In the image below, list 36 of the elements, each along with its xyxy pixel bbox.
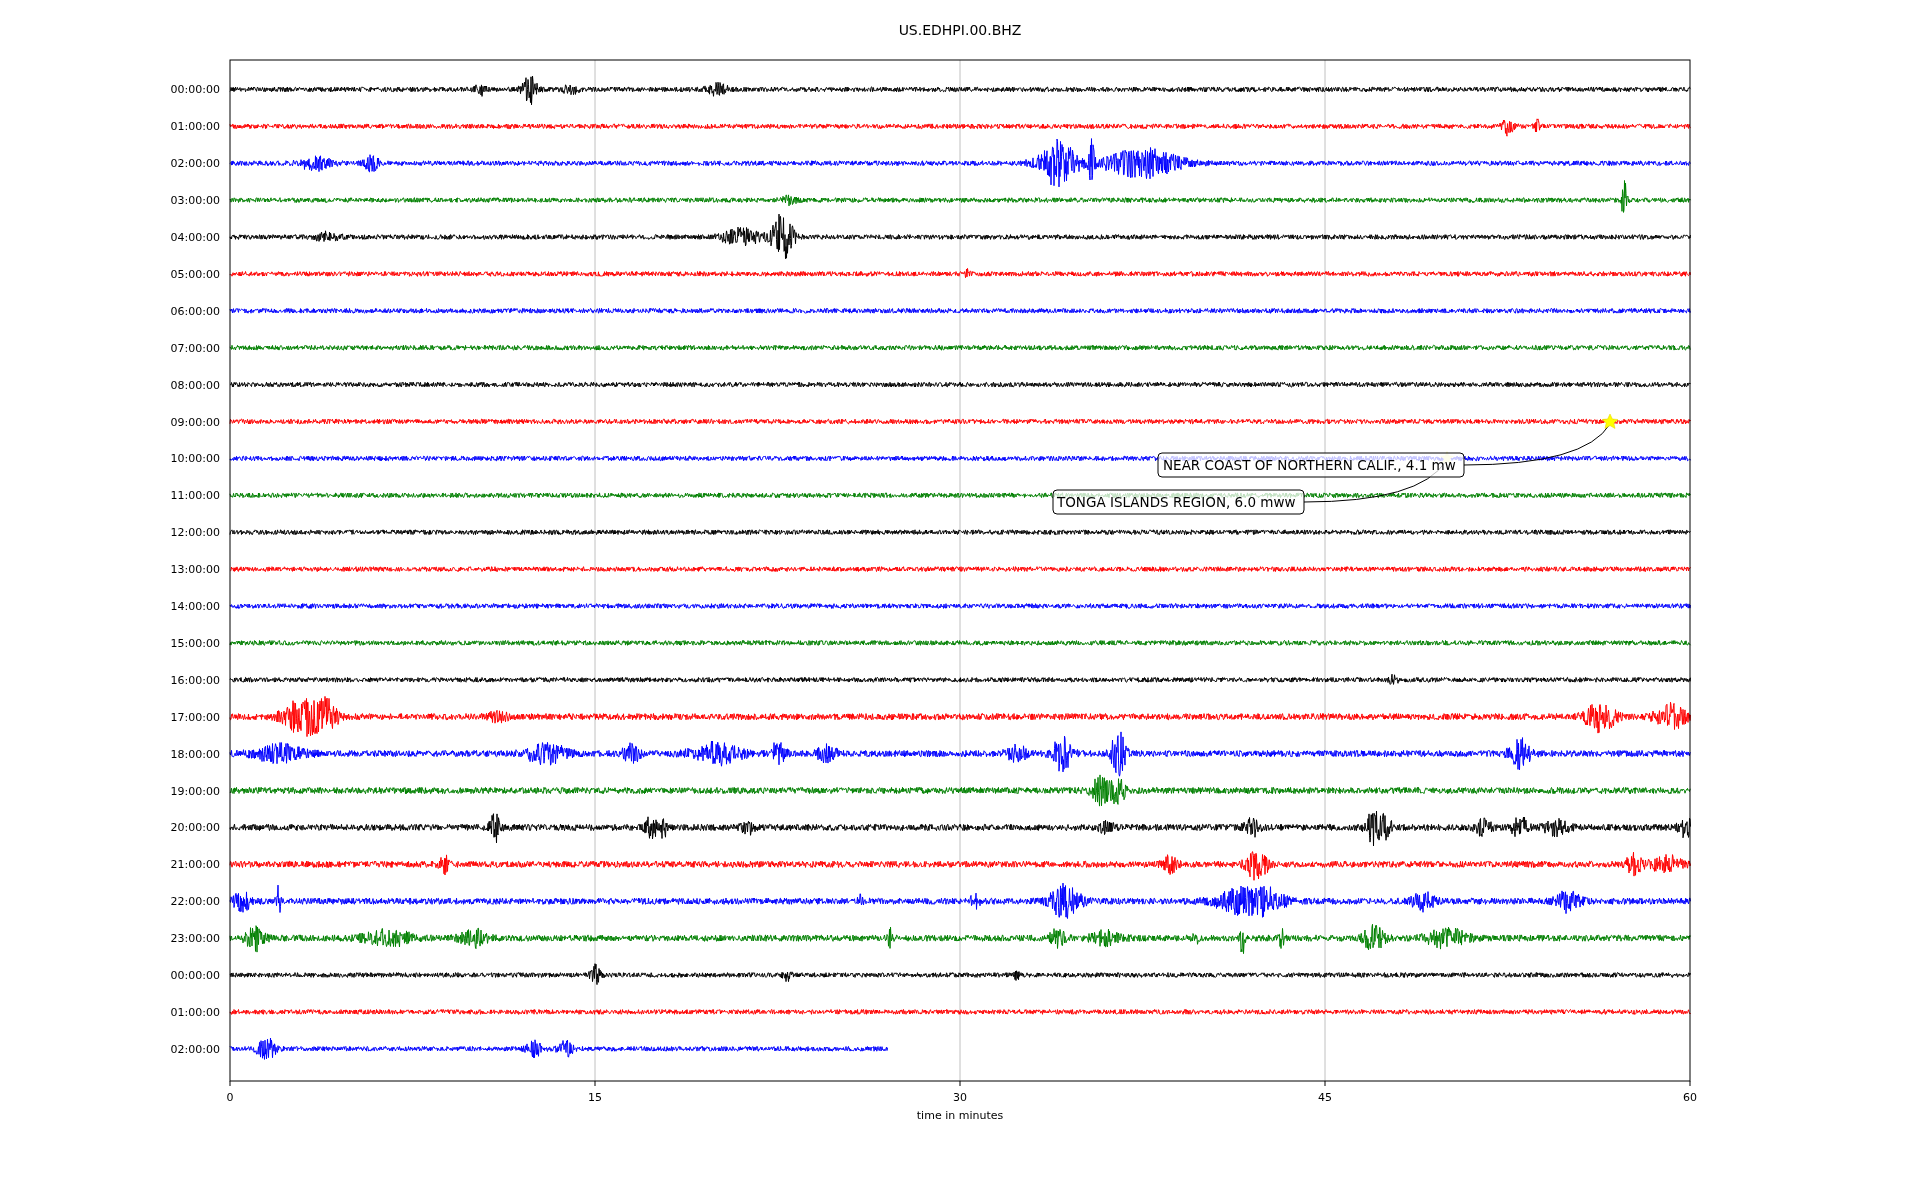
annotation-label: TONGA ISLANDS REGION, 6.0 mww [1052,489,1305,515]
time-label: 13:00:00 [170,563,220,577]
annotation-label: NEAR COAST OF NORTHERN CALIF., 4.1 mw [1157,452,1465,478]
time-label: 09:00:00 [170,415,220,429]
time-label: 10:00:00 [170,452,220,466]
time-label: 08:00:00 [170,378,220,392]
time-label: 02:00:00 [170,157,220,171]
time-label: 18:00:00 [170,747,220,761]
time-label: 06:00:00 [170,304,220,318]
tick-label: 15 [588,1091,602,1104]
axis-label: time in minutes [916,1109,1004,1122]
tick-label: 60 [1683,1091,1697,1104]
time-label: 01:00:00 [170,1005,220,1019]
time-label: 15:00:00 [170,636,220,650]
time-label: 23:00:00 [170,932,220,946]
tick-label: 45 [1318,1091,1332,1104]
time-label: 12:00:00 [170,526,220,540]
tick-label: 30 [953,1091,967,1104]
time-label: 05:00:00 [170,267,220,281]
time-label: 11:00:00 [170,489,220,503]
time-label: 17:00:00 [170,710,220,724]
time-label: 19:00:00 [170,784,220,798]
time-label: 16:00:00 [170,673,220,687]
time-label: 02:00:00 [170,1042,220,1056]
time-label: 21:00:00 [170,858,220,872]
time-label: 04:00:00 [170,231,220,244]
time-label: 07:00:00 [170,341,220,355]
time-label: 14:00:00 [170,600,220,613]
time-label: 22:00:00 [170,895,220,909]
time-label: 01:00:00 [170,120,220,134]
time-label: 20:00:00 [170,821,220,835]
plot-title: US.EDHPI.00.BHZ [898,22,1022,38]
time-label: 00:00:00 [170,969,220,982]
tick-label: 0 [226,1091,234,1104]
time-label: 03:00:00 [170,194,220,208]
time-label: 00:00:00 [170,83,220,97]
